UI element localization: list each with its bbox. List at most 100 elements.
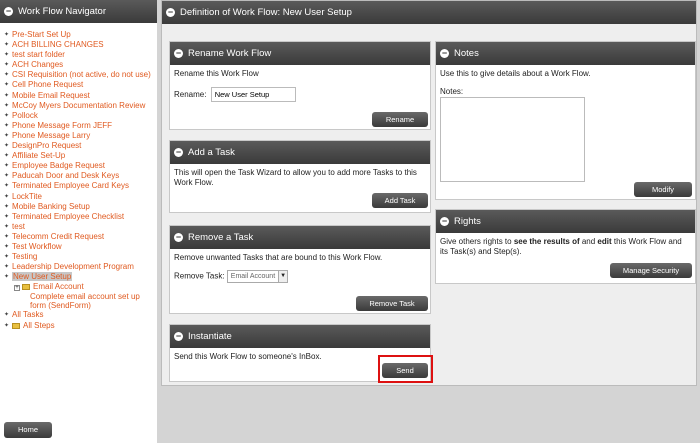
- notes-panel-title: Notes: [454, 48, 479, 59]
- notes-description: Use this to give details about a Work Fl…: [440, 69, 591, 78]
- remove-task-panel-title: Remove a Task: [188, 232, 254, 243]
- add-task-button[interactable]: Add Task: [372, 193, 428, 208]
- sidebar-item[interactable]: ✦ Cell Phone Request: [0, 80, 157, 90]
- bullet-icon: ✦: [4, 233, 10, 240]
- collapse-icon[interactable]: −: [4, 7, 13, 16]
- sidebar-item[interactable]: + Email Account: [0, 282, 157, 292]
- page-title: Definition of Work Flow: New User Setup: [180, 7, 352, 18]
- sidebar-item[interactable]: ✦ All Steps: [0, 321, 157, 331]
- bullet-icon: ✦: [4, 32, 10, 38]
- bullet-icon: ✦: [4, 52, 10, 59]
- sidebar-item-label: test start folder: [12, 50, 65, 60]
- sidebar-item-label: test: [12, 221, 25, 231]
- collapse-icon[interactable]: −: [166, 8, 175, 17]
- sidebar-item[interactable]: ✦ All Tasks: [0, 310, 157, 320]
- sidebar-item[interactable]: ✦ Employee Badge Request: [0, 161, 157, 171]
- bullet-icon: ✦: [4, 143, 10, 150]
- sidebar-item[interactable]: ✦ Testing: [0, 252, 157, 262]
- collapse-icon[interactable]: −: [174, 233, 183, 242]
- sidebar-header: − Work Flow Navigator: [0, 0, 157, 23]
- bullet-icon: ✦: [4, 72, 10, 79]
- bullet-icon: ✦: [4, 193, 10, 200]
- remove-task-selected-value: Email Account: [230, 272, 276, 280]
- collapse-icon[interactable]: −: [174, 49, 183, 58]
- sidebar-item-label: Testing: [12, 252, 38, 262]
- instantiate-panel: − Instantiate Send this Work Flow to som…: [169, 324, 433, 383]
- collapse-icon[interactable]: −: [174, 332, 183, 341]
- bullet-icon: ✦: [4, 92, 10, 99]
- bullet-icon: ✦: [4, 82, 10, 89]
- sidebar-item[interactable]: ✦ ACH BILLING CHANGES: [0, 40, 157, 50]
- sidebar-item[interactable]: ✦ DesignPro Request: [0, 141, 157, 151]
- sidebar-item[interactable]: ✦ Test Workflow: [0, 242, 157, 252]
- sidebar-item[interactable]: ✦ McCoy Myers Documentation Review: [0, 101, 157, 111]
- bullet-icon: ✦: [4, 223, 10, 230]
- bullet-icon: ✦: [4, 274, 10, 281]
- rights-panel-header: − Rights: [436, 210, 695, 233]
- collapse-icon[interactable]: −: [440, 49, 449, 58]
- sidebar-item-label: CSI Requisition (not active, do not use): [12, 70, 151, 80]
- rename-panel-title: Rename Work Flow: [188, 48, 272, 59]
- remove-task-panel-header: − Remove a Task: [170, 226, 430, 249]
- main-header: − Definition of Work Flow: New User Setu…: [162, 1, 696, 24]
- sidebar-item[interactable]: ✦ Pollock: [0, 111, 157, 121]
- bullet-icon: ✦: [4, 132, 10, 139]
- rename-button[interactable]: Rename: [372, 112, 428, 127]
- sidebar-item-label: Mobile Email Request: [12, 90, 90, 100]
- workflow-definition-panel: − Definition of Work Flow: New User Setu…: [161, 0, 697, 386]
- notes-label: Notes:: [440, 87, 464, 96]
- notes-textarea[interactable]: [440, 97, 585, 182]
- collapse-icon[interactable]: −: [440, 217, 449, 226]
- sidebar-item[interactable]: ✦ Mobile Banking Setup: [0, 202, 157, 212]
- bullet-icon: ✦: [4, 122, 10, 129]
- sidebar-item-label: Complete email account set up form (Send…: [30, 292, 140, 311]
- sidebar-item-label: Terminated Employee Checklist: [12, 211, 125, 221]
- rights-desc-text: and: [579, 237, 598, 246]
- bullet-icon: ✦: [4, 312, 10, 319]
- sidebar-item[interactable]: ✦ Mobile Email Request: [0, 91, 157, 101]
- remove-task-select[interactable]: Email Account ▼: [226, 270, 289, 283]
- bullet-icon: ✦: [4, 153, 10, 160]
- collapse-icon[interactable]: −: [174, 148, 183, 157]
- sidebar-item[interactable]: ✦ Terminated Employee Card Keys: [0, 181, 157, 191]
- rights-desc-bold: see the results of: [513, 237, 580, 246]
- expand-icon[interactable]: +: [14, 285, 20, 292]
- sidebar-item[interactable]: ✦ CSI Requisition (not active, do not use…: [0, 70, 157, 80]
- sidebar-item-label: Pollock: [12, 110, 38, 120]
- add-task-panel: − Add a Task This will open the Task Wiz…: [169, 140, 431, 213]
- remove-task-label: Remove Task:: [174, 271, 225, 281]
- folder-icon: [12, 322, 21, 329]
- sidebar-item[interactable]: ✦ Leadership Development Program: [0, 262, 157, 272]
- sidebar-item[interactable]: Complete email account set up form (Send…: [0, 292, 150, 310]
- sidebar-item[interactable]: ✦ Phone Message Larry: [0, 131, 157, 141]
- sidebar-item[interactable]: ✦ Pre-Start Set Up: [0, 30, 157, 40]
- sidebar-item[interactable]: ✦ test start folder: [0, 50, 157, 60]
- manage-security-button[interactable]: Manage Security: [610, 263, 692, 278]
- chevron-down-icon[interactable]: ▼: [278, 271, 288, 282]
- sidebar-item-label: Leadership Development Program: [12, 262, 134, 272]
- sidebar-item[interactable]: ✦ New User Setup: [0, 272, 157, 282]
- sidebar-item[interactable]: ✦ Telecomm Credit Request: [0, 232, 157, 242]
- sidebar-item[interactable]: ✦ ACH Changes: [0, 60, 157, 70]
- sidebar-item-label: Affiliate Set-Up: [12, 151, 66, 161]
- sidebar-item[interactable]: ✦ test: [0, 222, 157, 232]
- bullet-icon: ✦: [4, 173, 10, 180]
- workflow-navigator-sidebar: − Work Flow Navigator ✦ Pre-Start Set Up ✦…: [0, 0, 157, 443]
- home-button[interactable]: Home: [4, 422, 52, 438]
- add-task-panel-header: − Add a Task: [170, 141, 430, 164]
- sidebar-item[interactable]: ✦ LockTite: [0, 192, 157, 202]
- bullet-icon: ✦: [4, 112, 10, 119]
- sidebar-item[interactable]: ✦ Terminated Employee Checklist: [0, 212, 157, 222]
- modify-button[interactable]: Modify: [634, 182, 692, 197]
- notes-panel: − Notes Use this to give details about a…: [435, 41, 696, 200]
- sidebar-item[interactable]: ✦ Affiliate Set-Up: [0, 151, 157, 161]
- sidebar-item[interactable]: ✦ Phone Message Form JEFF: [0, 121, 157, 131]
- sidebar-item[interactable]: ✦ Paducah Door and Desk Keys: [0, 171, 157, 181]
- sidebar-item-label: Test Workflow: [12, 241, 62, 251]
- rename-description: Rename this Work Flow: [174, 69, 259, 78]
- add-task-description: This will open the Task Wizard to allow …: [174, 168, 417, 187]
- remove-task-button[interactable]: Remove Task: [356, 296, 428, 311]
- sidebar-item-label: Mobile Banking Setup: [12, 201, 90, 211]
- rename-input[interactable]: [210, 87, 296, 102]
- bullet-icon: ✦: [4, 264, 10, 271]
